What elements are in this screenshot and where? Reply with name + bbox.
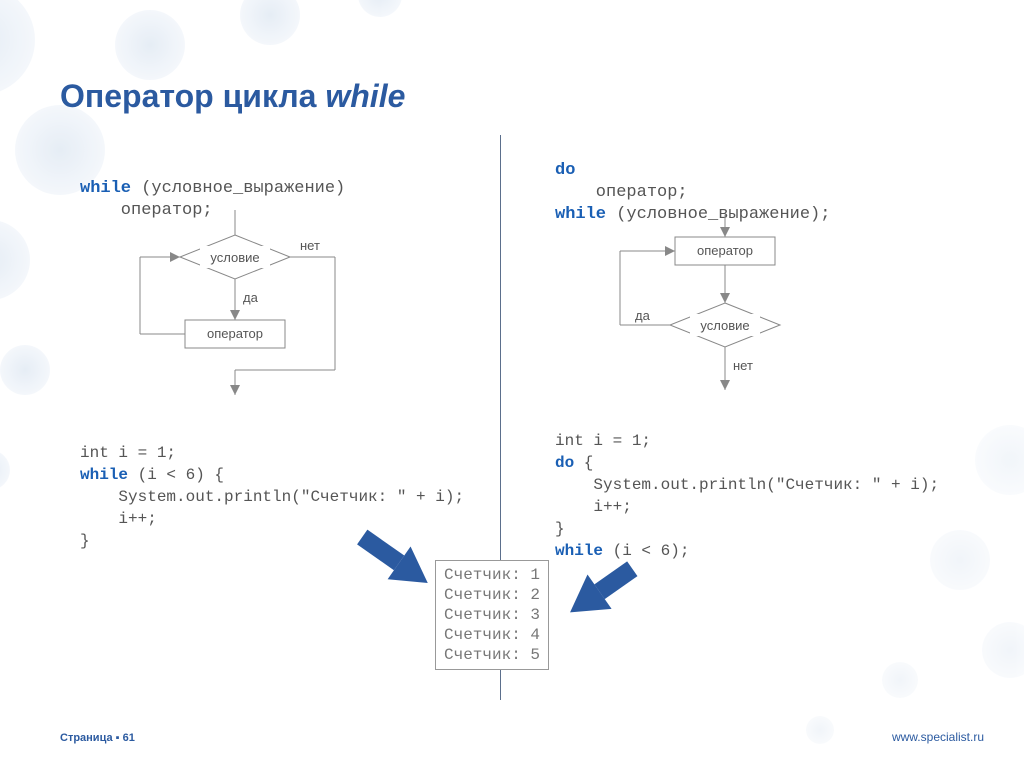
flowchart-dowhile: оператор условие да нет (575, 215, 845, 415)
fc2-operator: оператор (697, 243, 753, 258)
footer-page-num: 61 (123, 732, 135, 744)
ex-l2-rest: (i < 6) { (128, 466, 224, 484)
ex-l4: i++; (80, 510, 157, 528)
do-body: оператор; (555, 183, 688, 202)
arrow-left-icon (345, 525, 445, 595)
ex2-l2-rest: { (574, 454, 593, 472)
ex2-l4: i++; (555, 498, 632, 516)
output-line: Счетчик: 2 (444, 585, 540, 605)
fc2-no: нет (733, 358, 753, 373)
ex2-l3: System.out.println("Счетчик: " + i); (555, 476, 939, 494)
example-dowhile: int i = 1; do { System.out.println("Счет… (555, 408, 939, 562)
footer-square-icon: ▪ (116, 732, 123, 744)
dowhile-syntax: do оператор; while (условное_выражение); (555, 138, 830, 226)
ex-l5: } (80, 532, 90, 550)
ex-l1: int i = 1; (80, 444, 176, 462)
fc-condition: условие (210, 250, 259, 265)
title-italic: while (325, 78, 405, 114)
fc2-condition: условие (700, 318, 749, 333)
arrow-right-icon (557, 555, 647, 625)
fc-yes: да (243, 290, 259, 305)
ex2-l1: int i = 1; (555, 432, 651, 450)
kw-while: while (80, 179, 131, 198)
output-line: Счетчик: 1 (444, 565, 540, 585)
ex-l3: System.out.println("Счетчик: " + i); (80, 488, 464, 506)
footer-url: www.specialist.ru (892, 730, 984, 744)
footer-page-label: Страница (60, 732, 113, 744)
fc-operator: оператор (207, 326, 263, 341)
fc-no: нет (300, 238, 320, 253)
title-text: Оператор цикла (60, 78, 325, 114)
ex-l2-kw: while (80, 466, 128, 484)
ex2-l5: } (555, 520, 565, 538)
output-line: Счетчик: 4 (444, 625, 540, 645)
kw-do: do (555, 161, 575, 180)
footer-page: Страница ▪ 61 (60, 732, 135, 744)
slide-title: Оператор цикла while (60, 78, 405, 115)
output-box: Счетчик: 1 Счетчик: 2 Счетчик: 3 Счетчик… (435, 560, 549, 670)
output-line: Счетчик: 5 (444, 645, 540, 665)
fc2-yes: да (635, 308, 651, 323)
while-cond: (условное_выражение) (131, 179, 345, 198)
output-line: Счетчик: 3 (444, 605, 540, 625)
flowchart-while: условие да оператор нет (105, 210, 375, 400)
ex2-l2-kw: do (555, 454, 574, 472)
